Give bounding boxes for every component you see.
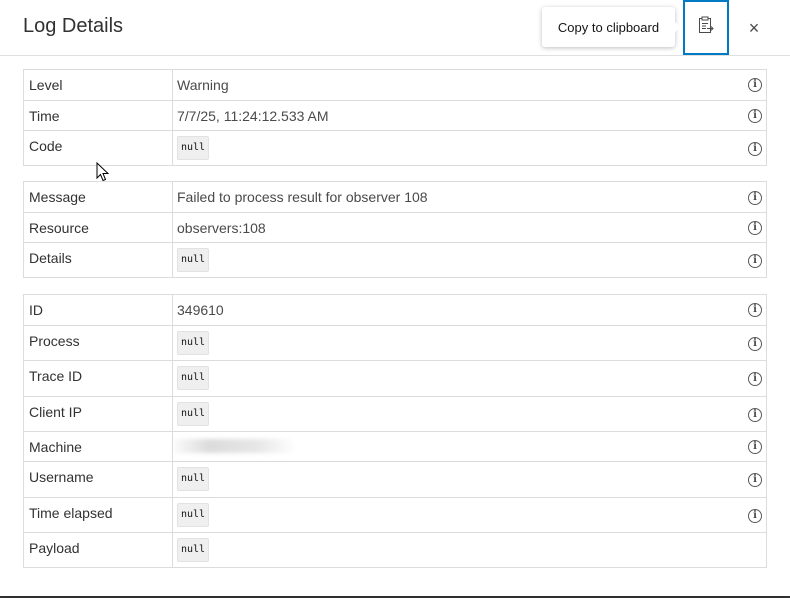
field-value: 7/7/25, 11:24:12.533 AM <box>177 108 329 124</box>
null-badge: null <box>177 366 210 390</box>
copy-tooltip-text: Copy to clipboard <box>557 19 660 35</box>
row-client-ip: Client IP null i <box>24 396 766 431</box>
row-process: Process null i <box>24 325 766 360</box>
field-label: Code <box>24 131 173 165</box>
row-time: Time 7/7/25, 11:24:12.533 AM i <box>24 100 766 130</box>
row-message: Message Failed to process result for obs… <box>24 182 766 212</box>
info-icon[interactable]: i <box>748 473 762 487</box>
info-icon[interactable]: i <box>748 221 762 235</box>
log-details-dialog: Log Details Copy to clipboard × Level Wa… <box>0 0 790 596</box>
null-badge: null <box>177 503 210 527</box>
log-section-context: ID 349610 i Process null i Trace ID null… <box>23 294 767 568</box>
row-details: Details null i <box>24 242 766 277</box>
field-label: Process <box>24 326 173 360</box>
field-label: Trace ID <box>24 361 173 396</box>
info-icon[interactable]: i <box>748 78 762 92</box>
close-button[interactable]: × <box>738 14 770 42</box>
field-label: ID <box>24 295 173 325</box>
null-badge: null <box>177 467 210 491</box>
null-badge: null <box>177 538 210 562</box>
close-icon: × <box>748 17 760 38</box>
field-label: Time <box>24 101 173 130</box>
info-icon[interactable]: i <box>748 408 762 422</box>
field-label: Resource <box>24 213 173 242</box>
redacted-value <box>174 439 294 453</box>
row-id: ID 349610 i <box>24 295 766 325</box>
row-machine: Machine i <box>24 431 766 461</box>
dialog-header: Log Details Copy to clipboard × <box>0 0 790 56</box>
info-icon[interactable]: i <box>748 337 762 351</box>
copy-tooltip: Copy to clipboard <box>542 7 680 47</box>
copy-to-clipboard-button[interactable] <box>683 0 729 55</box>
field-label: Payload <box>24 533 173 567</box>
row-resource: Resource observers:108 i <box>24 212 766 242</box>
row-payload: Payload null <box>24 532 766 567</box>
row-level: Level Warning i <box>24 70 766 100</box>
log-section-message: Message Failed to process result for obs… <box>23 181 767 278</box>
null-badge: null <box>177 136 210 160</box>
field-label: Client IP <box>24 397 173 431</box>
log-section-summary: Level Warning i Time 7/7/25, 11:24:12.53… <box>23 69 767 166</box>
null-badge: null <box>177 248 210 272</box>
field-label: Machine <box>24 432 173 461</box>
info-icon[interactable]: i <box>748 509 762 523</box>
row-code: Code null i <box>24 130 766 165</box>
info-icon[interactable]: i <box>748 254 762 268</box>
tooltip-arrow <box>675 22 680 32</box>
row-trace-id: Trace ID null i <box>24 360 766 396</box>
dialog-title: Log Details <box>23 15 124 37</box>
info-icon[interactable]: i <box>748 191 762 205</box>
field-value: observers:108 <box>177 220 266 236</box>
field-value: 349610 <box>177 302 224 318</box>
info-icon[interactable]: i <box>748 372 762 386</box>
info-icon[interactable]: i <box>748 303 762 317</box>
field-value: Warning <box>177 77 229 93</box>
info-icon[interactable]: i <box>748 440 762 454</box>
null-badge: null <box>177 402 210 426</box>
field-label: Message <box>24 182 173 212</box>
row-username: Username null i <box>24 461 766 497</box>
info-icon[interactable]: i <box>748 109 762 123</box>
field-value: Failed to process result for observer 10… <box>177 189 428 205</box>
field-label: Username <box>24 462 173 497</box>
field-label: Level <box>24 70 173 100</box>
null-badge: null <box>177 331 210 355</box>
field-label: Time elapsed <box>24 498 173 532</box>
info-icon[interactable]: i <box>748 142 762 156</box>
row-time-elapsed: Time elapsed null i <box>24 497 766 532</box>
clipboard-copy-icon <box>698 16 714 39</box>
field-label: Details <box>24 243 173 277</box>
mouse-pointer-icon <box>96 161 110 182</box>
